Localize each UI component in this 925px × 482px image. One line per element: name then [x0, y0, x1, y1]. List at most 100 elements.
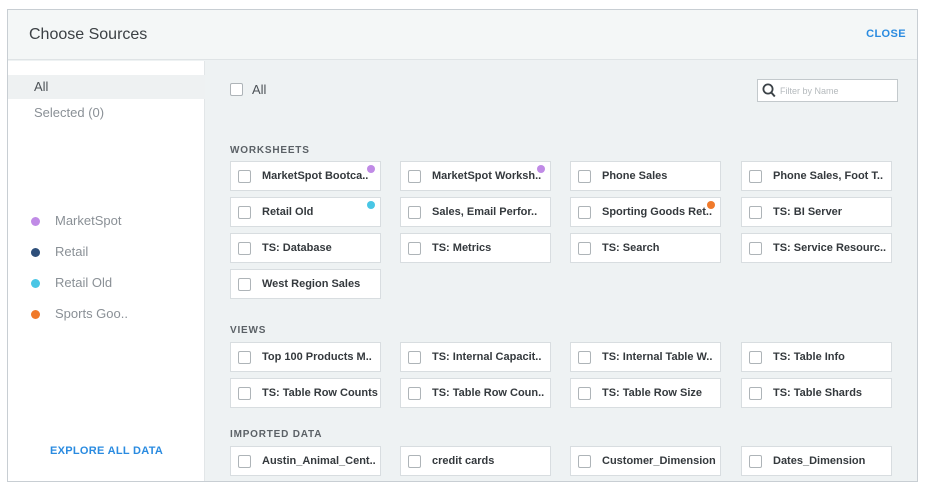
source-checkbox[interactable] — [749, 350, 762, 364]
source-checkbox[interactable] — [238, 169, 251, 183]
source-label: MarketSpot Worksh.. — [432, 170, 542, 182]
filter-by-name-field[interactable] — [757, 79, 898, 102]
source-label: TS: Table Row Coun.. — [432, 387, 545, 399]
source-card[interactable]: West Region Sales — [230, 269, 381, 299]
source-label: Phone Sales, Foot T.. — [773, 170, 884, 182]
legend-dot-icon — [31, 217, 40, 226]
source-color-dot-icon — [707, 201, 715, 209]
source-label: Customer_Dimension — [602, 455, 716, 467]
source-card[interactable]: Sales, Email Perfor.. — [400, 197, 551, 227]
source-checkbox[interactable] — [238, 205, 251, 219]
source-checkbox[interactable] — [238, 454, 251, 468]
source-card[interactable]: Top 100 Products M.. — [230, 342, 381, 372]
source-checkbox[interactable] — [749, 454, 762, 468]
source-card[interactable]: TS: Table Row Size — [570, 378, 721, 408]
source-label: TS: Metrics — [432, 242, 492, 254]
source-label: TS: BI Server — [773, 206, 843, 218]
source-card[interactable]: TS: Database — [230, 233, 381, 263]
source-checkbox[interactable] — [749, 205, 762, 219]
source-checkbox[interactable] — [408, 205, 421, 219]
source-label: TS: Service Resourc.. — [773, 242, 887, 254]
source-card[interactable]: TS: Search — [570, 233, 721, 263]
source-checkbox[interactable] — [408, 386, 421, 400]
source-checkbox[interactable] — [578, 454, 591, 468]
source-checkbox[interactable] — [238, 386, 251, 400]
sidebar-item-all[interactable]: All — [8, 75, 205, 99]
source-label: TS: Table Row Size — [602, 387, 703, 399]
source-label: TS: Table Info — [773, 351, 845, 363]
source-color-dot-icon — [367, 201, 375, 209]
source-checkbox[interactable] — [578, 386, 591, 400]
select-all-checkbox[interactable]: All — [230, 82, 266, 97]
source-label: TS: Internal Table W.. — [602, 351, 713, 363]
source-card[interactable]: Dates_Dimension — [741, 446, 892, 476]
source-color-dot-icon — [537, 165, 545, 173]
source-label: Sales, Email Perfor.. — [432, 206, 538, 218]
legend-dot-icon — [31, 248, 40, 257]
source-label: Phone Sales — [602, 170, 668, 182]
source-label: West Region Sales — [262, 278, 361, 290]
source-card[interactable]: credit cards — [400, 446, 551, 476]
sources-panel: All WORKSHEETS MarketSpot Bootca.. MarketS… — [206, 61, 917, 481]
source-checkbox[interactable] — [578, 241, 591, 255]
source-checkbox[interactable] — [578, 169, 591, 183]
source-color-dot-icon — [367, 165, 375, 173]
source-checkbox[interactable] — [749, 386, 762, 400]
search-icon — [762, 83, 776, 98]
source-card[interactable]: Phone Sales — [570, 161, 721, 191]
choose-sources-dialog: Choose Sources CLOSE All Selected (0) Ma… — [7, 9, 918, 482]
source-card[interactable]: Sporting Goods Ret.. — [570, 197, 721, 227]
source-label: TS: Internal Capacit.. — [432, 351, 542, 363]
source-card[interactable]: Retail Old — [230, 197, 381, 227]
source-checkbox[interactable] — [578, 350, 591, 364]
source-checkbox[interactable] — [408, 169, 421, 183]
source-checkbox[interactable] — [408, 454, 421, 468]
source-label: Sporting Goods Ret.. — [602, 206, 712, 218]
source-checkbox[interactable] — [238, 277, 251, 291]
source-card[interactable]: TS: Table Row Coun.. — [400, 378, 551, 408]
source-card[interactable]: TS: Internal Table W.. — [570, 342, 721, 372]
dialog-title: Choose Sources — [29, 26, 148, 43]
source-label: TS: Database — [262, 242, 332, 254]
checkbox[interactable] — [230, 83, 243, 96]
section-title: IMPORTED DATA — [230, 429, 323, 440]
source-label: Dates_Dimension — [773, 455, 866, 467]
source-checkbox[interactable] — [408, 241, 421, 255]
source-card[interactable]: MarketSpot Worksh.. — [400, 161, 551, 191]
legend-label: Retail — [55, 244, 89, 259]
sidebar-item-selected[interactable]: Selected (0) — [8, 101, 205, 125]
section-title: VIEWS — [230, 325, 267, 336]
source-card[interactable]: TS: Table Shards — [741, 378, 892, 408]
explore-all-data-link[interactable]: EXPLORE ALL DATA — [50, 445, 163, 457]
source-card[interactable]: TS: Table Info — [741, 342, 892, 372]
source-card[interactable]: TS: Internal Capacit.. — [400, 342, 551, 372]
close-button[interactable]: CLOSE — [866, 28, 906, 40]
select-all-label: All — [252, 82, 267, 97]
source-card[interactable]: MarketSpot Bootca.. — [230, 161, 381, 191]
source-label: Austin_Animal_Cent.. — [262, 455, 376, 467]
legend-dot-icon — [31, 279, 40, 288]
source-label: Retail Old — [262, 206, 314, 218]
source-label: Top 100 Products M.. — [262, 351, 372, 363]
legend-item: Retail Old — [31, 273, 112, 293]
legend-label: Retail Old — [55, 275, 113, 290]
source-label: TS: Search — [602, 242, 660, 254]
legend-label: MarketSpot — [55, 213, 122, 228]
source-label: credit cards — [432, 455, 495, 467]
source-label: TS: Table Shards — [773, 387, 863, 399]
source-card[interactable]: Phone Sales, Foot T.. — [741, 161, 892, 191]
source-card[interactable]: TS: Service Resourc.. — [741, 233, 892, 263]
source-checkbox[interactable] — [408, 350, 421, 364]
source-checkbox[interactable] — [238, 241, 251, 255]
source-card[interactable]: Customer_Dimension — [570, 446, 721, 476]
source-card[interactable]: TS: Table Row Counts — [230, 378, 381, 408]
source-card[interactable]: TS: BI Server — [741, 197, 892, 227]
source-checkbox[interactable] — [578, 205, 591, 219]
legend-dot-icon — [31, 310, 40, 319]
filter-input[interactable] — [780, 85, 890, 96]
source-card[interactable]: Austin_Animal_Cent.. — [230, 446, 381, 476]
source-checkbox[interactable] — [749, 241, 762, 255]
source-card[interactable]: TS: Metrics — [400, 233, 551, 263]
source-checkbox[interactable] — [749, 169, 762, 183]
source-checkbox[interactable] — [238, 350, 251, 364]
